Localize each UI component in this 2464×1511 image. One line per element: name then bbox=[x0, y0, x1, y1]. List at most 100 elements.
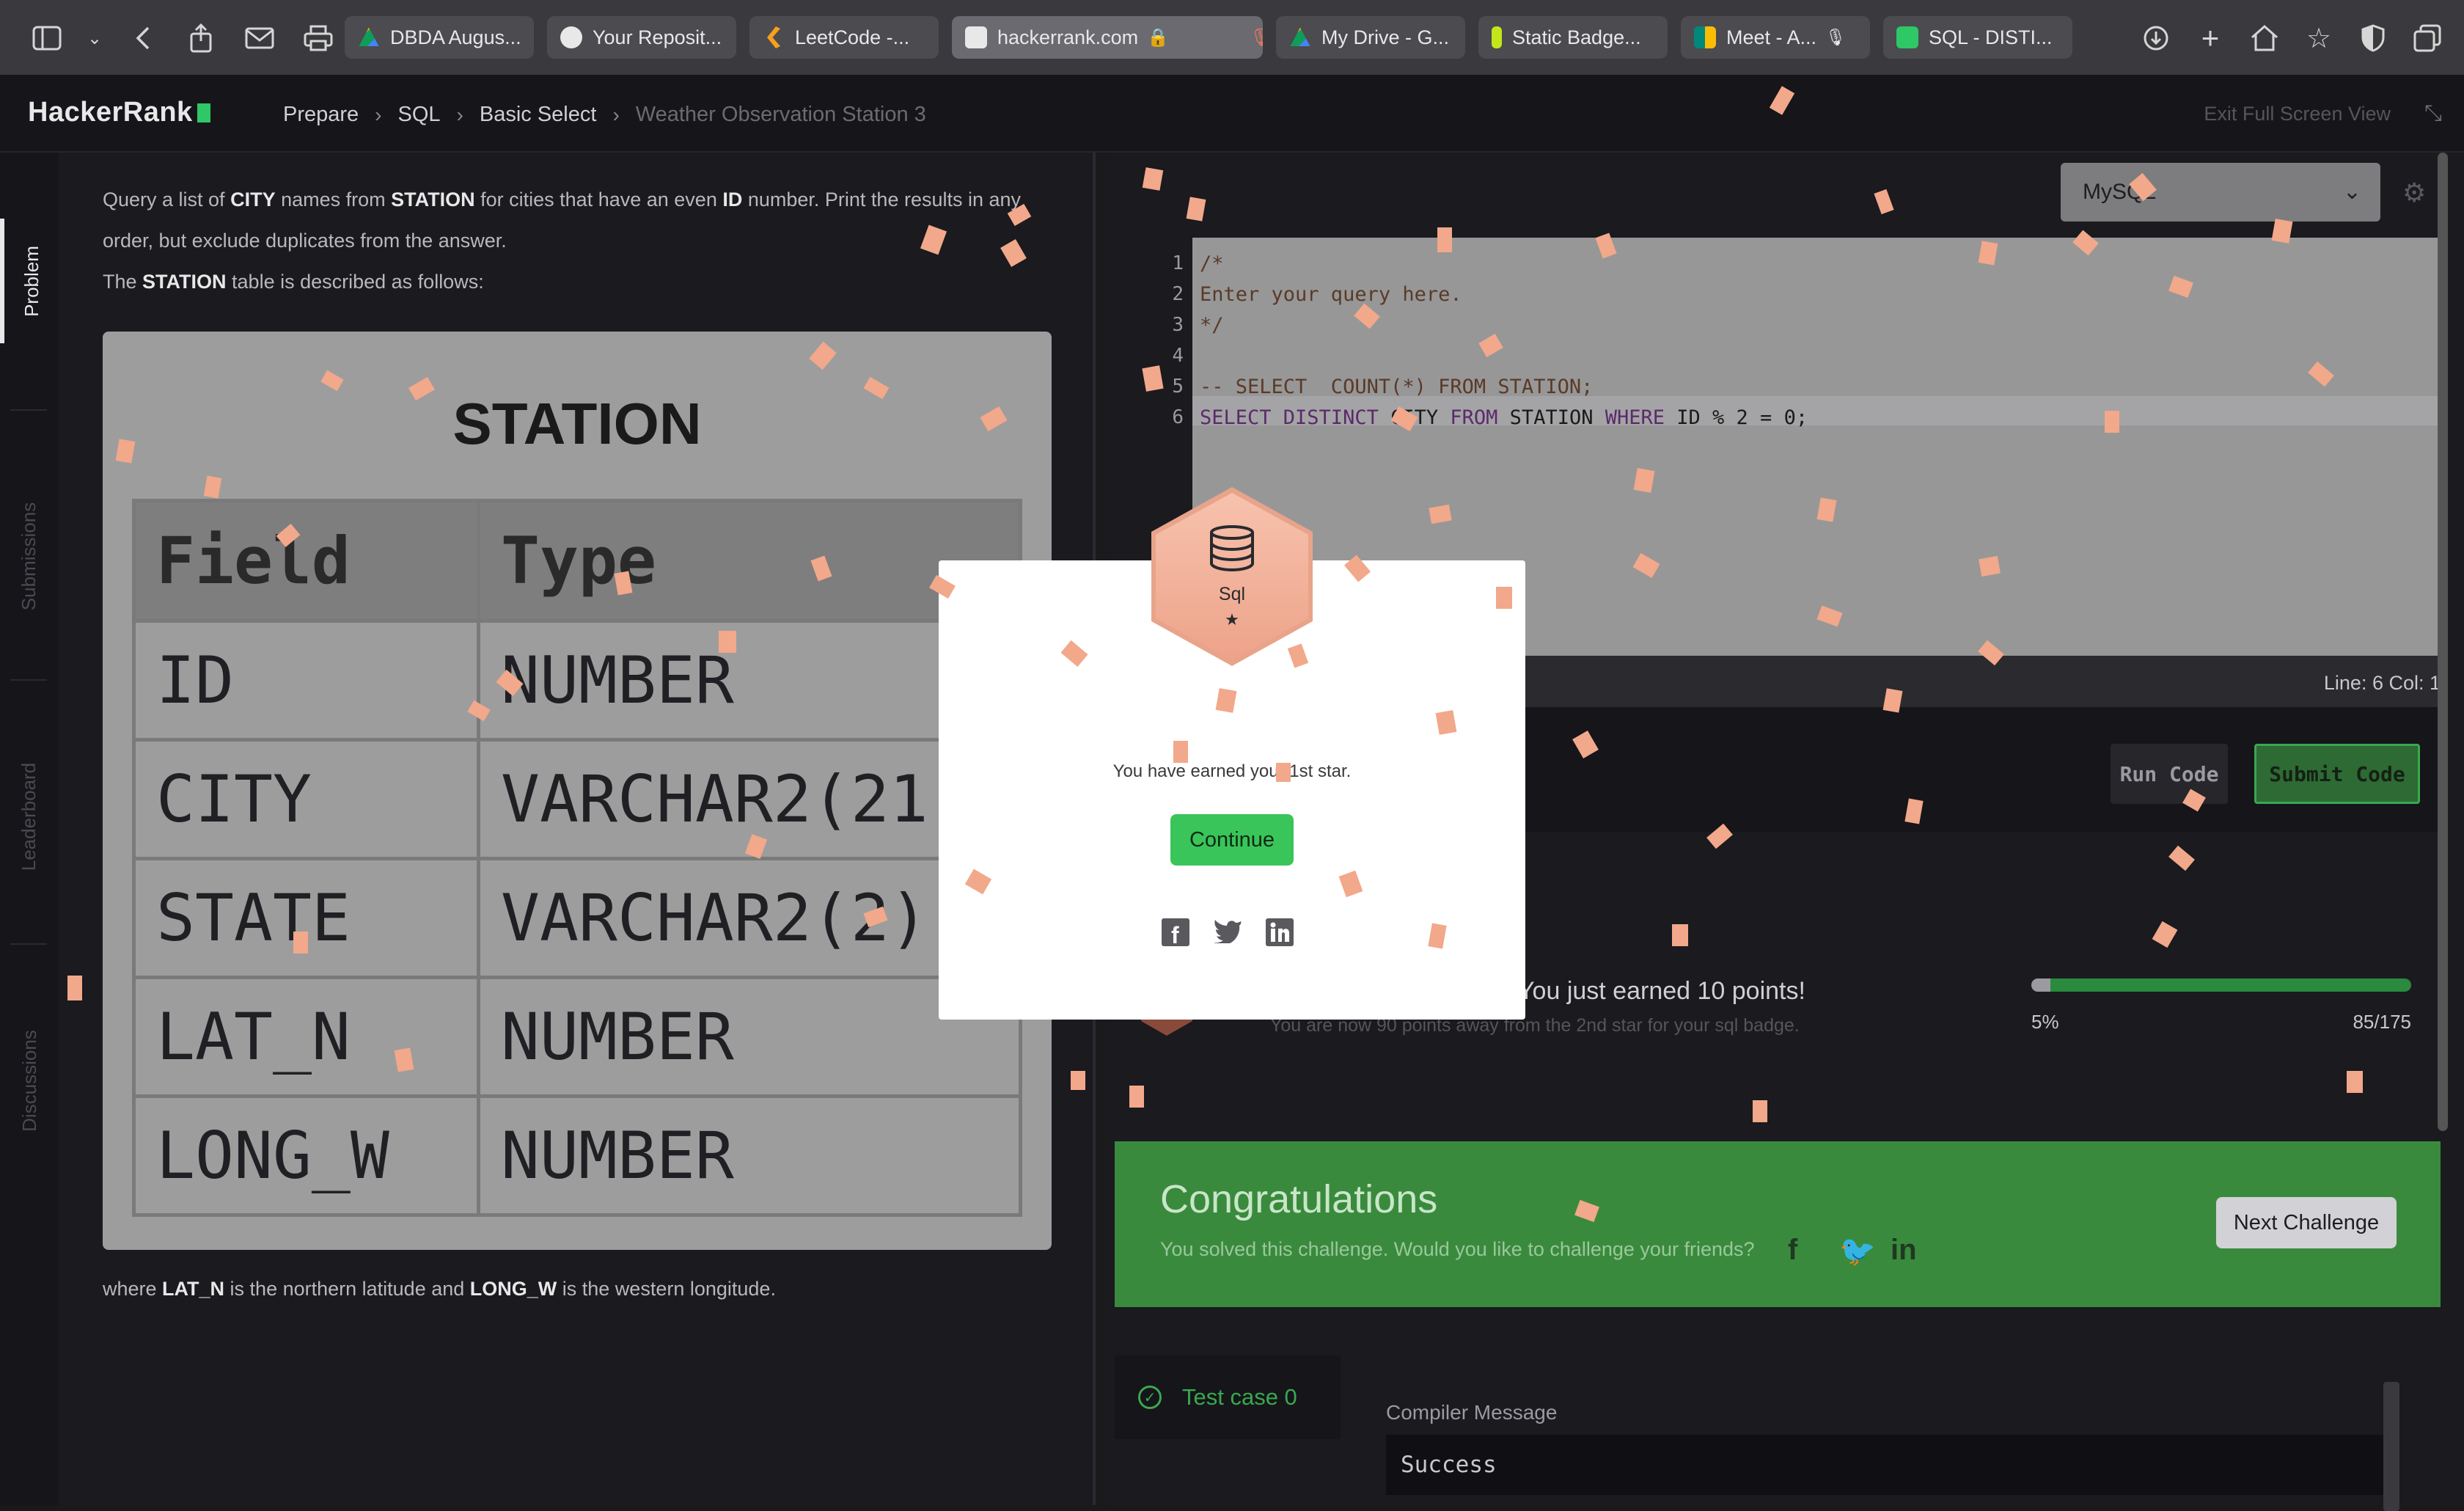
divider bbox=[10, 409, 47, 411]
confetti-piece bbox=[1071, 1071, 1085, 1090]
progress-points: 85/175 bbox=[2353, 1011, 2411, 1033]
congrats-title: Congratulations bbox=[1160, 1177, 1438, 1221]
chevron-right-icon: › bbox=[612, 103, 620, 126]
shield-icon[interactable] bbox=[2351, 16, 2395, 60]
facebook-icon[interactable]: f bbox=[1788, 1234, 1797, 1267]
cursor-position: Line: 6 Col: 1 bbox=[2323, 672, 2441, 694]
divider bbox=[10, 943, 47, 945]
confetti-piece bbox=[1753, 1100, 1767, 1122]
submit-code-button[interactable]: Submit Code bbox=[2254, 744, 2420, 804]
chevron-down-icon[interactable]: ⌄ bbox=[84, 16, 106, 60]
tab-sql-distinct[interactable]: SQL - DISTI... bbox=[1883, 16, 2072, 59]
compiler-message-label: Compiler Message bbox=[1386, 1401, 1558, 1424]
sidebar-toggle-icon[interactable] bbox=[25, 16, 69, 60]
confetti-piece bbox=[1129, 1086, 1144, 1108]
linkedin-icon[interactable] bbox=[1266, 918, 1294, 954]
chevron-right-icon: › bbox=[375, 103, 382, 126]
confetti-piece bbox=[1215, 688, 1237, 713]
github-icon bbox=[560, 26, 582, 48]
tab-leetcode[interactable]: LeetCode -... bbox=[749, 16, 939, 59]
code-line-5[interactable]: -- SELECT COUNT(*) FROM STATION; bbox=[1200, 376, 1593, 398]
print-icon[interactable] bbox=[296, 16, 340, 60]
problem-paragraph-2: order, but exclude duplicates from the a… bbox=[103, 230, 507, 252]
twitter-icon[interactable] bbox=[1213, 918, 1242, 951]
tab-hackerrank[interactable]: hackerrank.com 🔒 🎙 ▭ bbox=[952, 16, 1263, 59]
leetcode-icon bbox=[767, 26, 780, 48]
language-select[interactable]: MySQL ⌄ bbox=[2061, 163, 2380, 222]
twitter-icon[interactable]: 🐦 bbox=[1839, 1234, 1876, 1268]
confetti-piece bbox=[1979, 555, 2001, 577]
sidebar-item-discussions[interactable]: Discussions bbox=[0, 1003, 59, 1157]
gear-icon[interactable]: ⚙ bbox=[2402, 178, 2426, 208]
line-number: 6 bbox=[1172, 406, 1184, 428]
tab-my-drive[interactable]: My Drive - G... bbox=[1276, 16, 1465, 59]
mic-icon[interactable]: 🎙 bbox=[1825, 28, 1846, 47]
tab-static-badge[interactable]: Static Badge... bbox=[1478, 16, 1668, 59]
table-row: LONG_W NUMBER bbox=[132, 1094, 1022, 1217]
confetti-piece bbox=[1142, 167, 1164, 191]
points-earned-title: You just earned 10 points! bbox=[1518, 977, 1805, 1005]
bookmark-star-icon[interactable]: ☆ bbox=[2297, 16, 2341, 60]
back-icon[interactable] bbox=[120, 16, 164, 60]
tab-overview-icon[interactable] bbox=[2405, 16, 2449, 60]
code-line-3[interactable]: */ bbox=[1200, 314, 1224, 337]
confetti-piece bbox=[1672, 924, 1688, 946]
confetti-piece bbox=[293, 932, 308, 954]
sidebar-item-problem[interactable]: Problem bbox=[0, 219, 59, 343]
breadcrumb-sql[interactable]: SQL bbox=[398, 103, 441, 127]
breadcrumb-prepare[interactable]: Prepare bbox=[283, 103, 359, 127]
problem-paragraph-3: The STATION table is described as follow… bbox=[103, 271, 484, 293]
tab-meet[interactable]: Meet - A... 🎙 bbox=[1681, 16, 1870, 59]
panel-scrollbar[interactable] bbox=[2438, 153, 2448, 1131]
line-number: 2 bbox=[1172, 283, 1184, 305]
facebook-icon[interactable]: f bbox=[1162, 918, 1189, 954]
breadcrumb-current: Weather Observation Station 3 bbox=[635, 103, 926, 126]
check-circle-icon: ✓ bbox=[1138, 1386, 1162, 1409]
test-case-tab[interactable]: ✓ Test case 0 bbox=[1115, 1355, 1341, 1439]
google-meet-icon bbox=[1694, 26, 1716, 48]
collapse-icon[interactable]: ⤡ bbox=[2424, 101, 2442, 126]
badge-name: Sql bbox=[1218, 584, 1246, 604]
exit-fullscreen-link[interactable]: Exit Full Screen View bbox=[2204, 103, 2391, 125]
mic-off-icon[interactable]: 🎙 bbox=[1250, 27, 1263, 48]
continue-button[interactable]: Continue bbox=[1170, 814, 1294, 866]
confetti-piece bbox=[2271, 219, 2293, 244]
problem-paragraph-1: Query a list of CITY names from STATION … bbox=[103, 189, 1022, 211]
new-tab-icon[interactable]: + bbox=[2188, 16, 2232, 60]
site-header: HackerRank Prepare › SQL › Basic Select … bbox=[0, 75, 2464, 153]
code-line-1[interactable]: /* bbox=[1200, 252, 1224, 275]
table-header-row: Field Type bbox=[132, 499, 1022, 623]
download-icon[interactable] bbox=[2134, 16, 2178, 60]
breadcrumb: Prepare › SQL › Basic Select › Weather O… bbox=[283, 103, 926, 127]
home-icon[interactable] bbox=[2243, 16, 2287, 60]
table-cell: LAT_N bbox=[132, 976, 480, 1098]
progress-percent: 5% bbox=[2031, 1011, 2059, 1033]
station-table-image: STATION Field Type ID NUMBER CITY VARCHA… bbox=[103, 332, 1052, 1250]
table-header-field: Field bbox=[132, 499, 480, 623]
badge-progress-fill bbox=[2031, 978, 2050, 992]
hackerrank-logo[interactable]: HackerRank bbox=[28, 97, 210, 128]
code-line-2[interactable]: Enter your query here. bbox=[1200, 283, 1462, 306]
confetti-piece bbox=[2105, 411, 2119, 433]
sidebar-item-submissions[interactable]: Submissions bbox=[0, 475, 59, 637]
linkedin-icon[interactable]: in bbox=[1891, 1234, 1917, 1267]
code-line-6[interactable]: SELECT DISTINCT CITY FROM STATION WHERE … bbox=[1200, 406, 1808, 429]
output-scrollbar[interactable] bbox=[2383, 1382, 2399, 1511]
confetti-piece bbox=[1435, 710, 1457, 735]
chevron-right-icon: › bbox=[456, 103, 463, 126]
table-footnote: where LAT_N is the northern latitude and… bbox=[103, 1278, 776, 1300]
table-title: STATION bbox=[452, 391, 702, 456]
database-icon bbox=[1210, 525, 1254, 572]
mail-icon[interactable] bbox=[238, 16, 282, 60]
table-row: ID NUMBER bbox=[132, 619, 1022, 742]
breadcrumb-basic-select[interactable]: Basic Select bbox=[480, 103, 597, 127]
run-code-button[interactable]: Run Code bbox=[2111, 744, 2228, 804]
confetti-piece bbox=[67, 976, 82, 1000]
hackerrank-tab-icon bbox=[965, 26, 987, 48]
tab-dbda[interactable]: DBDA Augus... bbox=[345, 16, 534, 59]
tab-github[interactable]: Your Reposit... bbox=[547, 16, 736, 59]
table-cell: CITY bbox=[132, 738, 480, 860]
next-challenge-button[interactable]: Next Challenge bbox=[2216, 1197, 2397, 1248]
share-icon[interactable] bbox=[179, 16, 223, 60]
sidebar-item-leaderboard[interactable]: Leaderboard bbox=[0, 739, 59, 893]
